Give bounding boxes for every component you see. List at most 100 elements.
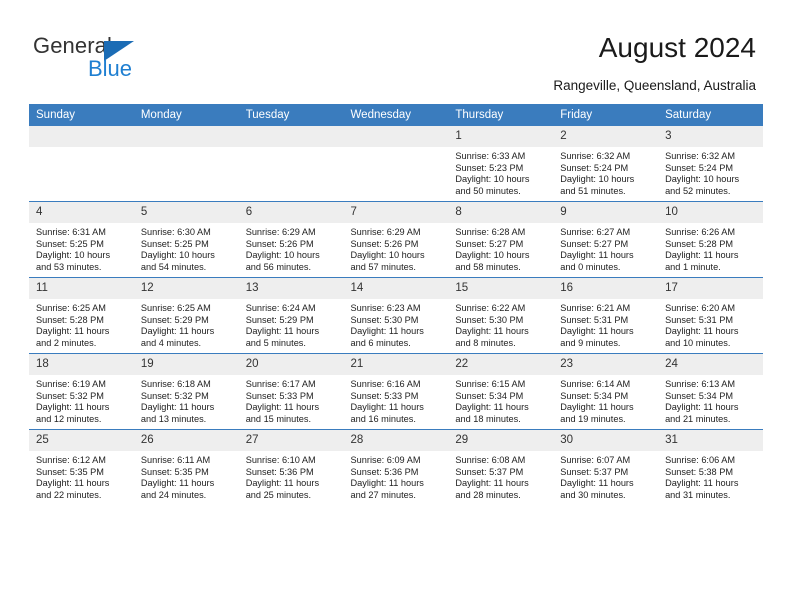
day-details: Sunrise: 6:22 AM Sunset: 5:30 PM Daylight:… xyxy=(448,299,553,349)
daylight-duration-line1: Daylight: 11 hours xyxy=(560,478,634,489)
calendar-day-cell[interactable]: 30 Sunrise: 6:07 AM Sunset: 5:37 PM Dayligh… xyxy=(553,429,659,505)
calendar-day-cell[interactable]: 28 Sunrise: 6:09 AM Sunset: 5:36 PM Dayligh… xyxy=(343,429,449,505)
daylight-duration-line1: Daylight: 11 hours xyxy=(245,326,320,337)
daylight-duration-line2: and 22 minutes. xyxy=(36,489,102,500)
daylight-duration-line1: Daylight: 11 hours xyxy=(140,478,215,489)
day-number xyxy=(238,126,344,147)
day-number: 5 xyxy=(133,202,239,223)
calendar-day-cell[interactable]: 26 Sunrise: 6:11 AM Sunset: 5:35 PM Dayligh… xyxy=(133,429,239,505)
calendar-day-cell[interactable]: 29 Sunrise: 6:08 AM Sunset: 5:37 PM Dayligh… xyxy=(448,429,554,505)
sunrise-time: Sunrise: 6:10 AM xyxy=(245,455,316,465)
sunrise-time: Sunrise: 6:16 AM xyxy=(350,379,421,389)
calendar-day-cell[interactable]: 2 Sunrise: 6:32 AM Sunset: 5:24 PM Daylight… xyxy=(553,126,659,202)
calendar-day-cell[interactable]: 11 Sunrise: 6:25 AM Sunset: 5:28 PM Dayligh… xyxy=(29,277,134,354)
sunrise-time: Sunrise: 6:09 AM xyxy=(350,455,421,465)
sunrise-time: Sunrise: 6:25 AM xyxy=(36,303,106,313)
daylight-duration-line2: and 28 minutes. xyxy=(455,489,521,500)
daylight-duration-line1: Daylight: 11 hours xyxy=(350,402,424,413)
sunrise-time: Sunrise: 6:31 AM xyxy=(36,227,106,237)
daylight-duration-line2: and 21 minutes. xyxy=(665,413,731,424)
sunrise-time: Sunrise: 6:30 AM xyxy=(140,227,211,237)
calendar-day-cell[interactable]: 8 Sunrise: 6:28 AM Sunset: 5:27 PM Daylight… xyxy=(448,201,554,278)
calendar-week-row: 1 Sunrise: 6:33 AM Sunset: 5:23 PM Daylight… xyxy=(29,126,763,202)
calendar-day-cell[interactable]: 5 Sunrise: 6:30 AM Sunset: 5:25 PM Daylight… xyxy=(133,201,239,278)
day-number: 3 xyxy=(658,126,763,147)
calendar-week-row: 11 Sunrise: 6:25 AM Sunset: 5:28 PM Dayligh… xyxy=(29,277,763,354)
day-details: Sunrise: 6:06 AM Sunset: 5:38 PM Daylight:… xyxy=(658,451,763,501)
daylight-duration-line1: Daylight: 11 hours xyxy=(560,402,634,413)
sunrise-time: Sunrise: 6:28 AM xyxy=(455,227,526,237)
calendar-page: General Blue August 2024 Rangeville, Que… xyxy=(0,0,792,612)
sunset-time: Sunset: 5:26 PM xyxy=(350,238,419,249)
calendar-day-cell[interactable]: 19 Sunrise: 6:18 AM Sunset: 5:32 PM Dayligh… xyxy=(133,353,239,430)
calendar-day-cell[interactable]: 27 Sunrise: 6:10 AM Sunset: 5:36 PM Dayligh… xyxy=(238,429,344,505)
day-details: Sunrise: 6:27 AM Sunset: 5:27 PM Daylight:… xyxy=(553,223,658,273)
sunrise-time: Sunrise: 6:07 AM xyxy=(560,455,631,465)
calendar-day-cell[interactable]: 18 Sunrise: 6:19 AM Sunset: 5:32 PM Dayligh… xyxy=(29,353,134,430)
daylight-duration-line2: and 52 minutes. xyxy=(665,185,731,196)
sunrise-time: Sunrise: 6:33 AM xyxy=(455,151,526,161)
calendar-day-cell[interactable]: 24 Sunrise: 6:13 AM Sunset: 5:34 PM Dayligh… xyxy=(658,353,763,430)
weekday-header-sunday: Sunday xyxy=(29,104,134,126)
sunrise-time: Sunrise: 6:20 AM xyxy=(665,303,736,313)
day-details: Sunrise: 6:26 AM Sunset: 5:28 PM Daylight:… xyxy=(658,223,763,273)
calendar-day-cell[interactable]: 13 Sunrise: 6:24 AM Sunset: 5:29 PM Dayligh… xyxy=(238,277,344,354)
calendar-day-cell[interactable]: 14 Sunrise: 6:23 AM Sunset: 5:30 PM Dayligh… xyxy=(343,277,449,354)
calendar-day-cell[interactable]: 15 Sunrise: 6:22 AM Sunset: 5:30 PM Dayligh… xyxy=(448,277,554,354)
day-number: 13 xyxy=(238,278,344,299)
sunrise-time: Sunrise: 6:13 AM xyxy=(665,379,736,389)
day-number: 25 xyxy=(29,430,134,451)
day-details: Sunrise: 6:11 AM Sunset: 5:35 PM Daylight:… xyxy=(134,451,239,501)
calendar-day-cell[interactable]: 6 Sunrise: 6:29 AM Sunset: 5:26 PM Daylight… xyxy=(238,201,344,278)
calendar-day-cell[interactable]: 16 Sunrise: 6:21 AM Sunset: 5:31 PM Dayligh… xyxy=(553,277,659,354)
sunrise-time: Sunrise: 6:17 AM xyxy=(245,379,316,389)
calendar-day-cell[interactable]: 25 Sunrise: 6:12 AM Sunset: 5:35 PM Dayligh… xyxy=(29,429,134,505)
day-number: 1 xyxy=(448,126,554,147)
calendar-day-cell[interactable]: 3 Sunrise: 6:32 AM Sunset: 5:24 PM Daylight… xyxy=(658,126,763,202)
calendar-day-cell[interactable]: 1 Sunrise: 6:33 AM Sunset: 5:23 PM Daylight… xyxy=(448,126,554,202)
calendar-day-cell[interactable]: 10 Sunrise: 6:26 AM Sunset: 5:28 PM Dayligh… xyxy=(658,201,763,278)
day-number: 31 xyxy=(658,430,763,451)
calendar-day-cell[interactable]: 7 Sunrise: 6:29 AM Sunset: 5:26 PM Daylight… xyxy=(343,201,449,278)
day-number: 17 xyxy=(658,278,763,299)
day-number: 16 xyxy=(553,278,659,299)
daylight-duration-line1: Daylight: 11 hours xyxy=(36,326,110,337)
weekday-header-thursday: Thursday xyxy=(448,104,554,126)
daylight-duration-line2: and 13 minutes. xyxy=(140,413,207,424)
calendar-day-cell[interactable]: 4 Sunrise: 6:31 AM Sunset: 5:25 PM Daylight… xyxy=(29,201,134,278)
daylight-duration-line2: and 5 minutes. xyxy=(245,337,306,348)
calendar-day-cell[interactable]: 23 Sunrise: 6:14 AM Sunset: 5:34 PM Dayligh… xyxy=(553,353,659,430)
sunrise-time: Sunrise: 6:23 AM xyxy=(350,303,421,313)
day-number: 24 xyxy=(658,354,763,375)
daylight-duration-line2: and 6 minutes. xyxy=(350,337,411,348)
day-details: Sunrise: 6:30 AM Sunset: 5:25 PM Daylight:… xyxy=(134,223,239,273)
calendar-day-cell[interactable]: 12 Sunrise: 6:25 AM Sunset: 5:29 PM Dayligh… xyxy=(133,277,239,354)
weekday-header-row: Sunday Monday Tuesday Wednesday Thursday… xyxy=(29,104,763,126)
day-number: 9 xyxy=(553,202,659,223)
daylight-duration-line1: Daylight: 10 hours xyxy=(140,250,215,261)
daylight-duration-line1: Daylight: 10 hours xyxy=(350,250,425,261)
day-number xyxy=(133,126,239,147)
calendar-day-cell[interactable]: 20 Sunrise: 6:17 AM Sunset: 5:33 PM Dayligh… xyxy=(238,353,344,430)
day-details: Sunrise: 6:10 AM Sunset: 5:36 PM Daylight:… xyxy=(239,451,344,501)
day-details: Sunrise: 6:07 AM Sunset: 5:37 PM Daylight:… xyxy=(553,451,658,501)
calendar-day-cell[interactable]: 17 Sunrise: 6:20 AM Sunset: 5:31 PM Dayligh… xyxy=(658,277,763,354)
calendar-day-cell[interactable]: 9 Sunrise: 6:27 AM Sunset: 5:27 PM Daylight… xyxy=(553,201,659,278)
sunrise-time: Sunrise: 6:06 AM xyxy=(665,455,736,465)
sunset-time: Sunset: 5:24 PM xyxy=(665,162,733,173)
daylight-duration-line1: Daylight: 11 hours xyxy=(245,478,320,489)
daylight-duration-line2: and 57 minutes. xyxy=(350,261,416,272)
sunrise-time: Sunrise: 6:18 AM xyxy=(140,379,211,389)
calendar-day-cell[interactable]: 22 Sunrise: 6:15 AM Sunset: 5:34 PM Dayligh… xyxy=(448,353,554,430)
daylight-duration-line2: and 19 minutes. xyxy=(560,413,626,424)
calendar-day-cell[interactable]: 21 Sunrise: 6:16 AM Sunset: 5:33 PM Dayligh… xyxy=(343,353,449,430)
day-number: 27 xyxy=(238,430,344,451)
day-details: Sunrise: 6:19 AM Sunset: 5:32 PM Daylight:… xyxy=(29,375,134,425)
daylight-duration-line1: Daylight: 11 hours xyxy=(36,478,110,489)
day-number: 30 xyxy=(553,430,659,451)
weekday-header-tuesday: Tuesday xyxy=(238,104,344,126)
calendar-day-cell[interactable]: 31 Sunrise: 6:06 AM Sunset: 5:38 PM Dayligh… xyxy=(658,429,763,505)
sunrise-time: Sunrise: 6:19 AM xyxy=(36,379,106,389)
day-details: Sunrise: 6:23 AM Sunset: 5:30 PM Daylight:… xyxy=(344,299,449,349)
day-number: 6 xyxy=(238,202,344,223)
